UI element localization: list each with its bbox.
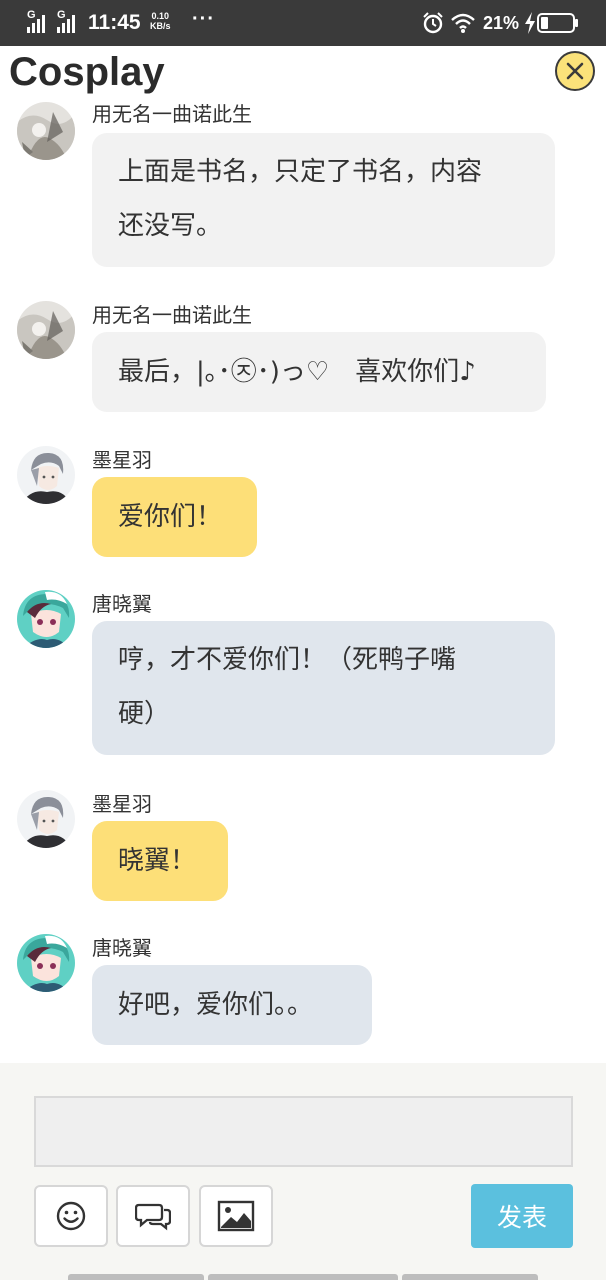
status-bar: G G 11:45 0.10 KB/s ··· 21% [0, 0, 606, 46]
signal-icon-2: G [57, 9, 75, 33]
overflow-dots: ··· [192, 8, 215, 30]
sender-name: 唐晓翼 [92, 592, 152, 616]
message-text-line: 晓翼！ [118, 846, 197, 876]
alarm-icon [423, 12, 443, 34]
message-text-line: 好吧，爱你们。。 [118, 990, 314, 1020]
wifi-icon [451, 13, 475, 33]
message-bubble[interactable]: 爱你们！ [92, 477, 257, 557]
message-text-line: 最后，|｡･㉨･)っ♡ 喜欢你们♪ [118, 357, 476, 387]
network-type-label: G [27, 9, 36, 21]
message-input[interactable] [34, 1096, 573, 1167]
network-speed-value: 0.10 [151, 11, 170, 21]
image-icon [217, 1200, 255, 1232]
network-speed: 0.10 KB/s [150, 11, 171, 31]
message-text-line: 哼，才不爱你们！（死鸭子嘴 [118, 645, 457, 675]
app-header: Cosplay [0, 46, 606, 102]
message-bubble[interactable]: 上面是书名，只定了书名，内容 还没写。 [92, 133, 555, 267]
message-text-line: 上面是书名，只定了书名，内容 [118, 157, 483, 187]
nav-indicator [68, 1274, 204, 1280]
message-bubble[interactable]: 最后，|｡･㉨･)っ♡ 喜欢你们♪ [92, 332, 546, 412]
message-bubble[interactable]: 哼，才不爱你们！（死鸭子嘴 硬） [92, 621, 555, 755]
signal-icon: G [27, 9, 45, 33]
emoji-button[interactable] [34, 1185, 108, 1247]
sender-name: 墨星羽 [92, 448, 152, 472]
network-speed-unit: KB/s [150, 21, 171, 31]
send-button[interactable]: 发表 [471, 1184, 573, 1248]
message-text-line: 硬） [118, 699, 171, 729]
message-text-line: 还没写。 [118, 211, 223, 241]
close-button[interactable] [555, 51, 595, 91]
message-bubble[interactable]: 晓翼！ [92, 821, 228, 901]
message-bubble[interactable]: 好吧，爱你们。。 [92, 965, 372, 1045]
sender-name: 唐晓翼 [92, 936, 152, 960]
sender-name: 用无名一曲诺此生 [92, 303, 252, 327]
avatar[interactable] [17, 590, 75, 648]
avatar[interactable] [17, 934, 75, 992]
chat-bubbles-icon [135, 1203, 171, 1231]
avatar[interactable] [17, 446, 75, 504]
charging-icon [525, 12, 535, 34]
emoji-icon [56, 1201, 86, 1231]
input-bar: 发表 [0, 1063, 606, 1280]
status-time: 11:45 [88, 11, 141, 34]
image-button[interactable] [199, 1185, 273, 1247]
avatar[interactable] [17, 102, 75, 160]
battery-icon [537, 13, 578, 33]
chat-button[interactable] [116, 1185, 190, 1247]
nav-indicator [402, 1274, 538, 1280]
avatar[interactable] [17, 790, 75, 848]
page-title: Cosplay [9, 50, 165, 94]
avatar[interactable] [17, 301, 75, 359]
sender-name: 用无名一曲诺此生 [92, 102, 252, 126]
nav-indicator [208, 1274, 398, 1280]
close-icon [566, 62, 584, 80]
sender-name: 墨星羽 [92, 792, 152, 816]
battery-percent: 21% [483, 13, 520, 33]
message-text-line: 爱你们！ [118, 502, 223, 532]
network-type-label-2: G [57, 9, 66, 21]
chat-area[interactable]: 用无名一曲诺此生 上面是书名，只定了书名，内容 还没写。 用无名一曲诺此生 最后… [0, 102, 606, 1063]
